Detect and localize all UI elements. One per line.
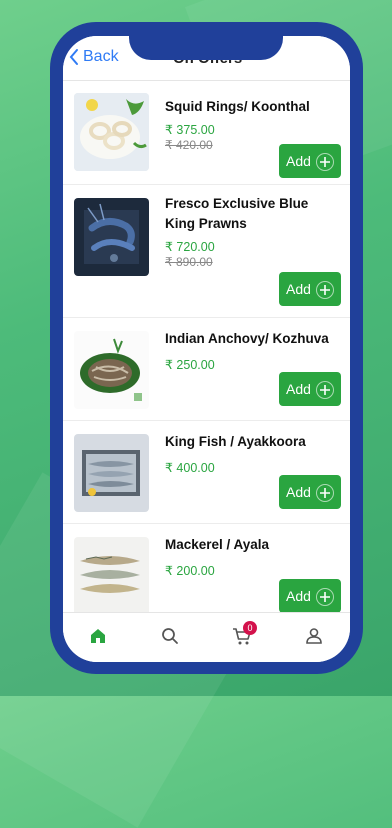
plus-icon <box>316 484 334 502</box>
add-label: Add <box>286 588 311 604</box>
list-item[interactable]: Mackerel / Ayala ₹ 200.00 Add <box>63 523 350 612</box>
product-name: Fresco Exclusive Blue King Prawns <box>165 196 309 231</box>
add-label: Add <box>286 381 311 397</box>
product-image-anchovy <box>74 331 149 409</box>
product-mrp: ₹ 890.00 <box>165 255 213 269</box>
app-screen: Back On Offers Squid Rings/ Koonthal ₹ 3… <box>63 36 350 662</box>
home-icon <box>91 629 105 643</box>
product-name: King Fish / Ayakkoora <box>165 434 306 449</box>
search-icon <box>162 628 178 644</box>
list-item[interactable]: Indian Anchovy/ Kozhuva ₹ 250.00 Add <box>63 317 350 421</box>
add-label: Add <box>286 281 311 297</box>
tab-home[interactable] <box>87 625 109 647</box>
plus-icon <box>316 153 334 171</box>
add-label: Add <box>286 153 311 169</box>
add-button[interactable]: Add <box>279 579 341 612</box>
user-icon <box>306 628 322 644</box>
plus-icon <box>316 381 334 399</box>
product-price: ₹ 400.00 <box>165 461 215 475</box>
list-item[interactable]: Squid Rings/ Koonthal ₹ 375.00 ₹ 420.00 … <box>63 81 350 185</box>
back-button[interactable]: Back <box>69 48 119 66</box>
add-button[interactable]: Add <box>279 144 341 178</box>
tab-account[interactable] <box>303 625 325 647</box>
plus-icon <box>316 281 334 299</box>
cart-count-badge: 0 <box>243 621 257 635</box>
back-label: Back <box>83 48 119 65</box>
chevron-left-icon <box>69 49 78 65</box>
bottom-tab-bar: 0 <box>63 612 350 662</box>
product-mrp: ₹ 420.00 <box>165 138 213 152</box>
tab-search[interactable] <box>159 625 181 647</box>
add-label: Add <box>286 484 311 500</box>
product-name: Indian Anchovy/ Kozhuva <box>165 331 329 346</box>
list-item[interactable]: King Fish / Ayakkoora ₹ 400.00 Add <box>63 420 350 524</box>
add-button[interactable]: Add <box>279 272 341 306</box>
plus-icon <box>316 588 334 606</box>
product-image-prawns <box>74 198 149 276</box>
product-list[interactable]: Squid Rings/ Koonthal ₹ 375.00 ₹ 420.00 … <box>63 81 350 612</box>
product-name: Mackerel / Ayala <box>165 537 270 552</box>
product-price: ₹ 200.00 <box>165 564 215 578</box>
product-name: Squid Rings/ Koonthal <box>165 99 310 114</box>
phone-notch <box>129 22 283 60</box>
product-image-mackerel <box>74 537 149 612</box>
product-price: ₹ 375.00 <box>165 123 215 137</box>
product-price: ₹ 250.00 <box>165 358 215 372</box>
add-button[interactable]: Add <box>279 475 341 509</box>
product-image-squid <box>74 93 149 171</box>
product-price: ₹ 720.00 <box>165 240 215 254</box>
list-item[interactable]: Fresco Exclusive Blue King Prawns ₹ 720.… <box>63 184 350 318</box>
product-image-kingfish <box>74 434 149 512</box>
add-button[interactable]: Add <box>279 372 341 406</box>
